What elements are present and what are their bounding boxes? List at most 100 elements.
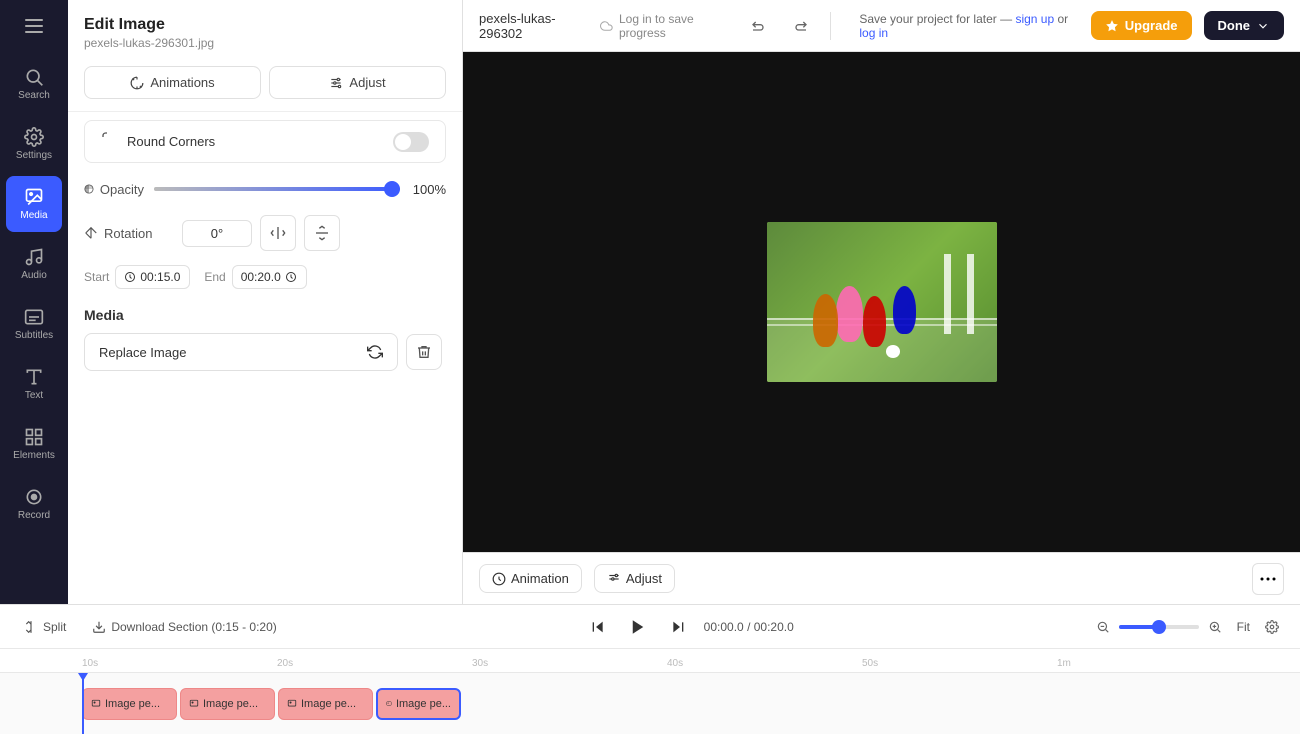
zoom-in-button[interactable]	[1203, 615, 1227, 639]
nav-divider	[830, 12, 831, 40]
opacity-thumb[interactable]	[384, 181, 400, 197]
start-input[interactable]: 00:15.0	[115, 265, 190, 289]
sidebar-item-search[interactable]: Search	[6, 56, 62, 112]
save-project-text: Save your project for later — sign up or…	[859, 12, 1078, 40]
animation-label: Animation	[511, 571, 569, 586]
round-corners-row: Round Corners	[84, 120, 446, 163]
sidebar-item-settings[interactable]: Settings	[6, 116, 62, 172]
bottom-toolbar: Animation Adjust	[463, 552, 1300, 604]
save-notice-text: Log in to save progress	[619, 12, 732, 40]
upgrade-label: Upgrade	[1125, 18, 1178, 33]
canvas-image[interactable]	[767, 222, 997, 382]
flip-horizontal-btn[interactable]	[260, 215, 296, 251]
fast-forward-button[interactable]	[662, 611, 694, 643]
sidebar-item-settings-label: Settings	[16, 150, 52, 161]
sidebar-item-audio[interactable]: Audio	[6, 236, 62, 292]
panel-tabs: Animations Adjust	[68, 54, 462, 112]
rewind-button[interactable]	[582, 611, 614, 643]
sidebar-item-text-label: Text	[25, 390, 43, 401]
track-segment-2[interactable]: Image pe...	[180, 688, 275, 720]
zoom-thumb[interactable]	[1152, 620, 1166, 634]
start-label: Start	[84, 270, 109, 284]
sidebar-item-subtitles[interactable]: Subtitles	[6, 296, 62, 352]
rotation-input[interactable]	[182, 220, 252, 247]
opacity-text: Opacity	[100, 182, 144, 197]
split-icon	[24, 620, 38, 634]
tab-adjust-label: Adjust	[349, 75, 385, 90]
animation-button[interactable]: Animation	[479, 564, 582, 593]
redo-button[interactable]	[785, 10, 814, 42]
sidebar-item-record[interactable]: Record	[6, 476, 62, 532]
upgrade-icon	[1105, 19, 1119, 33]
split-button[interactable]: Split	[16, 616, 74, 638]
timeline-ruler: 10s 20s 30s 40s 50s 1m	[0, 649, 1300, 673]
end-input[interactable]: 00:20.0	[232, 265, 307, 289]
track-segment-1[interactable]: Image pe...	[82, 688, 177, 720]
replace-image-label: Replace Image	[99, 345, 186, 360]
zoom-out-button[interactable]	[1091, 615, 1115, 639]
current-time: 00:00.0	[704, 620, 744, 634]
play-button[interactable]	[622, 611, 654, 643]
ruler-mark-1m: 1m	[1057, 658, 1252, 669]
zoom-slider[interactable]	[1119, 625, 1199, 629]
flip-vertical-btn[interactable]	[304, 215, 340, 251]
replace-icon	[367, 344, 383, 360]
track-label-2: Image pe...	[203, 698, 258, 710]
menu-icon[interactable]	[6, 8, 62, 44]
edit-panel: Edit Image pexels-lukas-296301.jpg Anima…	[68, 0, 463, 604]
zoom-out-icon	[1096, 620, 1110, 634]
sidebar-item-media-label: Media	[20, 210, 47, 221]
playback-controls	[582, 611, 694, 643]
more-options-button[interactable]	[1252, 563, 1284, 595]
round-corners-toggle[interactable]	[393, 132, 429, 152]
total-time: 00:20.0	[754, 620, 794, 634]
track-image-icon-2	[189, 699, 199, 709]
upgrade-button[interactable]: Upgrade	[1091, 11, 1192, 40]
filename: pexels-lukas-296302	[479, 11, 588, 41]
track-label-1: Image pe...	[105, 698, 160, 710]
save-notice: Log in to save progress	[600, 12, 732, 40]
adjust-button[interactable]: Adjust	[594, 564, 675, 593]
more-icon	[1260, 577, 1276, 581]
zoom-controls: Fit	[1091, 615, 1284, 639]
download-section-button[interactable]: Download Section (0:15 - 0:20)	[84, 616, 284, 638]
track-label-4: Image pe...	[396, 698, 451, 710]
track-segment-4[interactable]: Image pe...	[376, 688, 461, 720]
track-label-3: Image pe...	[301, 698, 356, 710]
log-in-link[interactable]: log in	[859, 26, 888, 40]
undo-button[interactable]	[744, 10, 773, 42]
track-image-icon-3	[287, 699, 297, 709]
sidebar-item-media[interactable]: Media	[6, 176, 62, 232]
replace-image-button[interactable]: Replace Image	[84, 333, 398, 371]
panel-header: Edit Image pexels-lukas-296301.jpg	[68, 0, 462, 54]
download-icon	[92, 620, 106, 634]
rotation-label: Rotation	[84, 226, 174, 241]
timeline-settings-button[interactable]	[1260, 615, 1284, 639]
tab-adjust[interactable]: Adjust	[269, 66, 446, 99]
end-value: 00:20.0	[241, 270, 281, 284]
delete-image-button[interactable]	[406, 334, 442, 370]
main-area: pexels-lukas-296302 Log in to save progr…	[463, 0, 1300, 604]
fit-button[interactable]: Fit	[1231, 617, 1256, 637]
timeline-controls: Split Download Section (0:15 - 0:20) 00:…	[0, 605, 1300, 649]
track-segment-3[interactable]: Image pe...	[278, 688, 373, 720]
split-label: Split	[43, 620, 66, 634]
topbar: pexels-lukas-296302 Log in to save progr…	[463, 0, 1300, 52]
canvas-image-inner	[767, 222, 997, 382]
sidebar-item-elements[interactable]: Elements	[6, 416, 62, 472]
tab-animations[interactable]: Animations	[84, 66, 261, 99]
adjust-bottom-icon	[607, 572, 621, 586]
rotation-text: Rotation	[104, 226, 152, 241]
media-actions: Replace Image	[84, 333, 446, 371]
sidebar-item-text[interactable]: Text	[6, 356, 62, 412]
sign-up-link[interactable]: sign up	[1015, 12, 1054, 26]
sidebar-item-audio-label: Audio	[21, 270, 47, 281]
play-icon	[629, 618, 647, 636]
opacity-slider[interactable]	[154, 179, 400, 199]
panel-subtitle: pexels-lukas-296301.jpg	[84, 36, 446, 50]
flip-h-icon	[270, 225, 286, 241]
ruler-mark-50s: 50s	[862, 658, 1057, 669]
done-button[interactable]: Done	[1204, 11, 1285, 40]
end-clock-icon	[285, 271, 297, 283]
sidebar-item-record-label: Record	[18, 510, 50, 521]
